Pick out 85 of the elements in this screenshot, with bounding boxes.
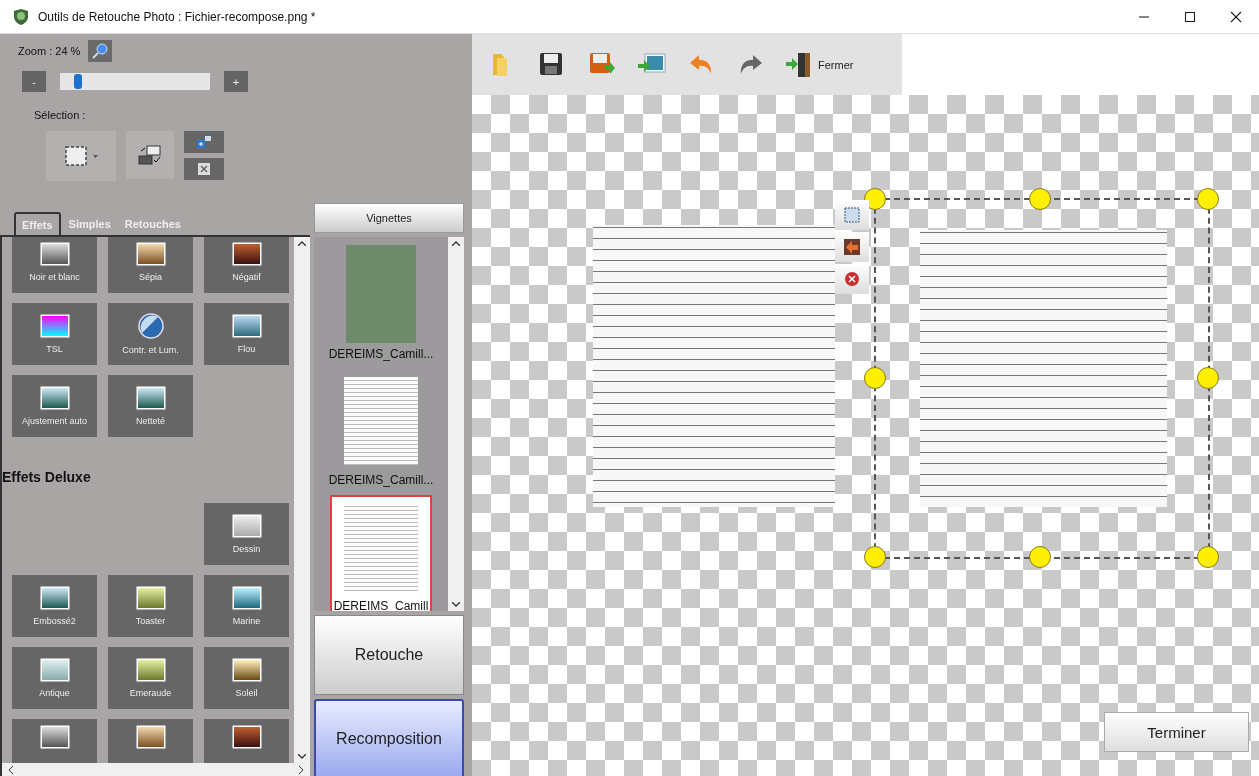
effect-tile[interactable]: Embossé2 [12,575,97,637]
zoom-icon [92,43,109,59]
effect-thumbnail-icon [39,314,70,338]
effect-thumbnail-icon [135,658,166,682]
effect-tile[interactable]: Contr. et Lum. [108,303,193,365]
effect-tile[interactable]: Emeraude [108,647,193,709]
effect-tile[interactable]: Ajustement auto [12,375,97,437]
slider-thumb[interactable] [74,74,83,89]
clear-selection-icon [197,162,211,176]
effect-tile[interactable]: TSL [12,303,97,365]
horizontal-scrollbar[interactable] [2,763,310,776]
resize-handle[interactable] [1029,546,1051,568]
add-selection-icon [196,135,212,149]
remove-layer-button[interactable] [835,264,869,294]
selection-mode-button[interactable] [126,131,174,179]
effect-tile[interactable]: Sépia [108,237,193,293]
contrast-icon [137,313,164,339]
clear-selection-button[interactable] [184,158,224,180]
vertical-scrollbar[interactable] [294,237,310,763]
effect-thumbnail-icon [39,725,70,749]
thumbnail-item[interactable]: DEREIMS_Camill... [324,369,438,491]
effect-tile[interactable]: Antique [12,647,97,709]
effect-tile[interactable]: Dessin [204,503,289,565]
effect-tile[interactable] [12,719,97,763]
dashed-rectangle-icon [64,146,87,166]
effect-thumbnail-icon [135,242,166,266]
effect-thumbnail-icon [231,725,262,749]
zoom-label: Zoom : 24 % [18,45,81,57]
chevron-down-icon[interactable] [298,754,306,759]
mode-button[interactable]: Recomposition [314,699,464,776]
close-icon [1230,10,1242,23]
chevron-up-icon[interactable] [298,241,306,246]
close-button[interactable]: Fermer [780,39,858,90]
effect-tile[interactable]: Flou [204,303,289,365]
close-icon [843,270,861,288]
effect-thumbnail-icon [231,514,262,538]
selection-label: Sélection : [34,109,86,121]
effect-thumbnail-icon [231,658,262,682]
arrow-icon [843,238,861,256]
app-logo-icon [12,7,30,26]
panel-header: Vignettes [314,203,464,233]
resize-handle[interactable] [1197,367,1219,389]
back-layer-button[interactable] [835,232,869,262]
effect-thumbnail-icon [231,314,262,338]
effect-tile[interactable] [108,719,193,763]
effect-thumbnail-icon [135,586,166,610]
maximize-icon [1184,10,1196,23]
section-heading: Effets Deluxe [2,469,92,485]
resize-handle[interactable] [1029,188,1051,210]
add-selection-button[interactable] [184,131,224,153]
resize-handle[interactable] [1197,546,1219,568]
chevron-up-icon[interactable] [452,241,460,246]
effect-thumbnail-icon [39,386,70,410]
effect-thumbnail-icon [231,242,262,266]
effect-tile[interactable]: Netteté [108,375,193,437]
resize-handle[interactable] [864,367,886,389]
rectangle-select-button[interactable] [46,131,116,181]
effect-thumbnail-icon [39,658,70,682]
effect-thumbnail-icon [39,242,70,266]
zoom-out-button[interactable]: - [22,71,46,92]
chevron-left-icon[interactable] [8,765,13,774]
thumbnail-item[interactable]: DEREIMS_Camill... [324,241,438,365]
effect-thumbnail-icon [135,386,166,410]
dashed-rectangle-icon [843,206,861,224]
effect-tile[interactable]: Marine [204,575,289,637]
effect-tile[interactable]: Soleil [204,647,289,709]
zoom-in-button[interactable]: + [224,71,248,92]
effect-thumbnail-icon [135,725,166,749]
effect-tile[interactable]: Noir et blanc [12,237,97,293]
zoom-slider[interactable] [60,73,210,90]
resize-handle[interactable] [1197,188,1219,210]
effect-tile[interactable]: Toaster [108,575,193,637]
caret-icon [92,154,98,158]
effect-tile[interactable] [204,719,289,763]
selection-mode-icon [138,144,162,166]
chevron-down-icon[interactable] [452,602,460,607]
mode-button[interactable]: Retouche [314,615,464,695]
resize-handle[interactable] [864,546,886,568]
window-title: Outils de Retouche Photo : Fichier-recompose.png * [38,9,317,24]
effect-tile[interactable]: Négatif [204,237,289,293]
effect-thumbnail-icon [39,586,70,610]
chevron-right-icon[interactable] [299,765,304,774]
finish-button[interactable]: Terminer [1104,712,1249,752]
zoom-fit-button[interactable] [88,40,113,62]
effect-thumbnail-icon [231,586,262,610]
